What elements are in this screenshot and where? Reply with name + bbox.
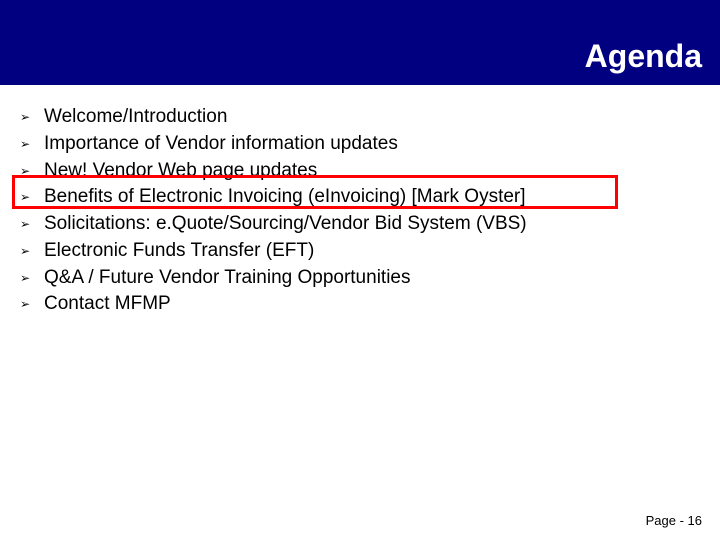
item-text: Electronic Funds Transfer (EFT) bbox=[44, 239, 314, 263]
slide-title: Agenda bbox=[585, 38, 702, 75]
list-item: ➢ Welcome/Introduction bbox=[20, 105, 700, 129]
title-bar: Agenda bbox=[0, 0, 720, 85]
bullet-icon: ➢ bbox=[20, 217, 34, 231]
list-item: ➢ Contact MFMP bbox=[20, 292, 700, 316]
item-text: Q&A / Future Vendor Training Opportuniti… bbox=[44, 266, 410, 290]
agenda-list: ➢ Welcome/Introduction ➢ Importance of V… bbox=[20, 105, 700, 319]
bullet-icon: ➢ bbox=[20, 164, 34, 178]
list-item: ➢ Importance of Vendor information updat… bbox=[20, 132, 700, 156]
bullet-icon: ➢ bbox=[20, 271, 34, 285]
item-text: Welcome/Introduction bbox=[44, 105, 227, 129]
list-item: ➢ Solicitations: e.Quote/Sourcing/Vendor… bbox=[20, 212, 700, 236]
bullet-icon: ➢ bbox=[20, 297, 34, 311]
list-item: ➢ Electronic Funds Transfer (EFT) bbox=[20, 239, 700, 263]
item-text: New! Vendor Web page updates bbox=[44, 159, 317, 183]
list-item: ➢ New! Vendor Web page updates bbox=[20, 159, 700, 183]
list-item: ➢ Q&A / Future Vendor Training Opportuni… bbox=[20, 266, 700, 290]
bullet-icon: ➢ bbox=[20, 190, 34, 204]
slide: Agenda ➢ Welcome/Introduction ➢ Importan… bbox=[0, 0, 720, 540]
page-number: Page - 16 bbox=[646, 513, 702, 528]
item-text: Contact MFMP bbox=[44, 292, 171, 316]
bullet-icon: ➢ bbox=[20, 244, 34, 258]
item-text: Importance of Vendor information updates bbox=[44, 132, 398, 156]
bullet-icon: ➢ bbox=[20, 137, 34, 151]
bullet-icon: ➢ bbox=[20, 110, 34, 124]
list-item: ➢ Benefits of Electronic Invoicing (eInv… bbox=[20, 185, 700, 209]
item-text: Benefits of Electronic Invoicing (eInvoi… bbox=[44, 185, 526, 209]
item-text: Solicitations: e.Quote/Sourcing/Vendor B… bbox=[44, 212, 527, 236]
